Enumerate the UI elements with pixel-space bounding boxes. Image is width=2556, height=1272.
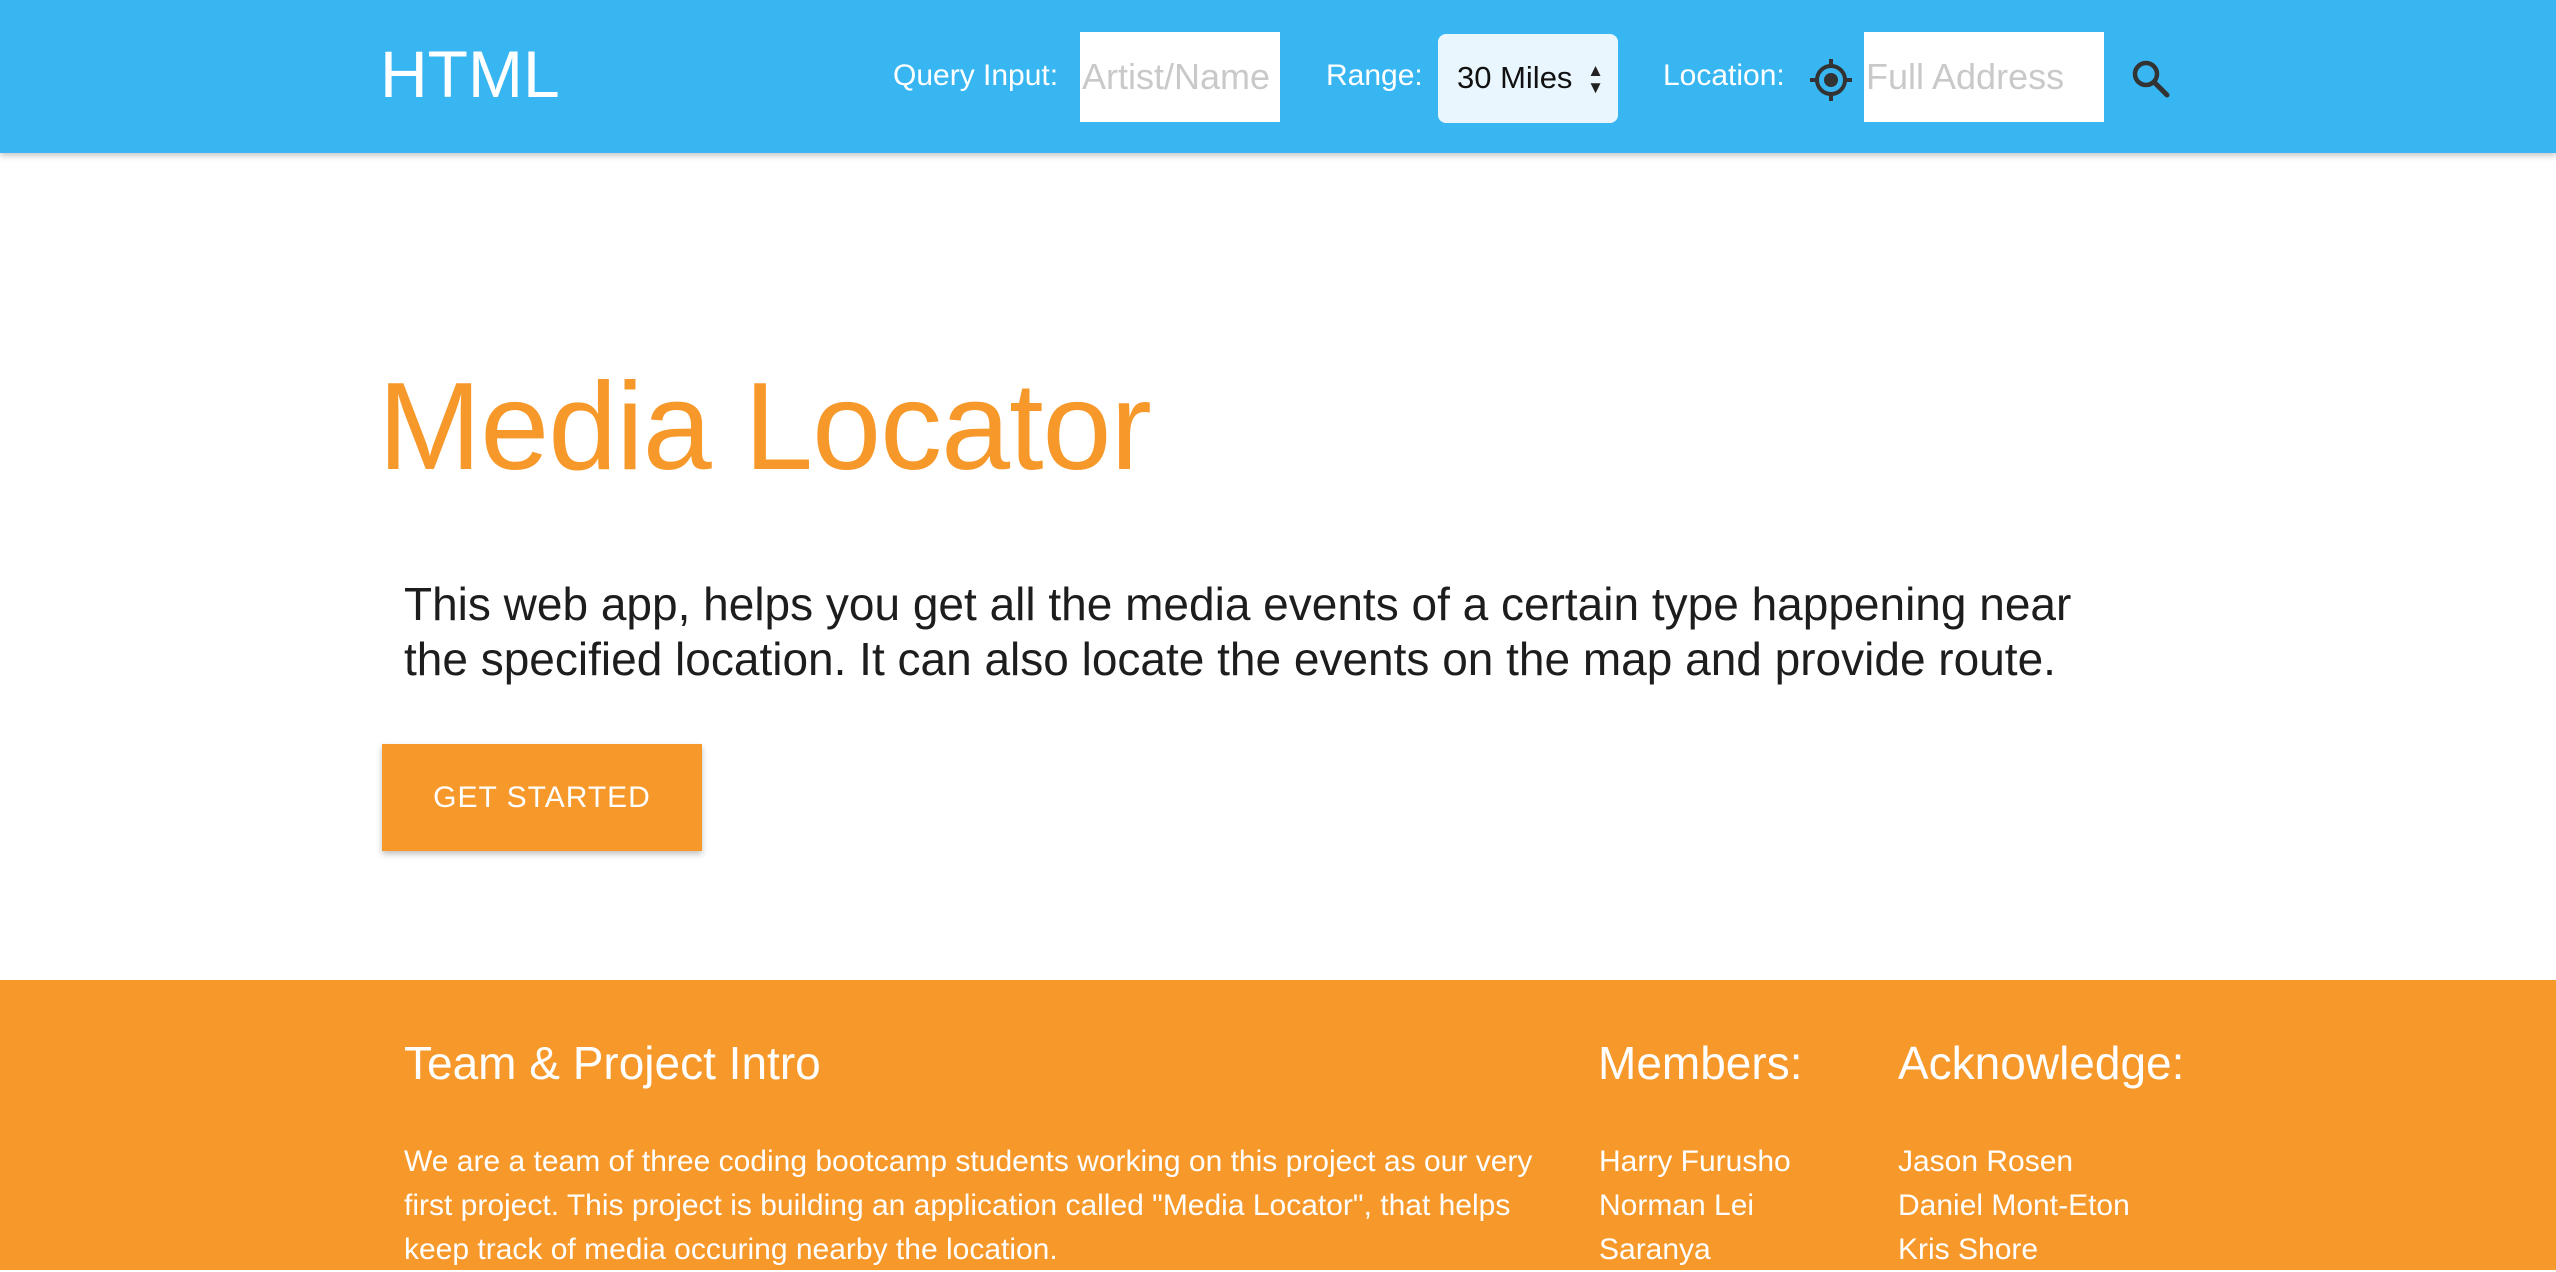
list-item: Kris Shore <box>1898 1233 2039 1266</box>
location-label: Location: <box>1663 59 1785 92</box>
range-label: Range: <box>1326 59 1423 92</box>
hero-title: Media Locator <box>378 358 1152 496</box>
list-item: Norman Lei <box>1599 1189 1755 1222</box>
list-item: Jason Rosen <box>1898 1145 2074 1178</box>
range-select[interactable]: 30 Miles ▲ ▼ <box>1438 34 1618 123</box>
members-list: Harry Furusho Norman Lei Saranya <box>1599 1140 1791 1272</box>
get-started-button[interactable]: GET STARTED <box>382 744 702 851</box>
intro-text: We are a team of three coding bootcamp s… <box>404 1145 1533 1266</box>
page-footer: Team & Project Intro We are a team of th… <box>0 980 2556 1270</box>
intro-heading: Team & Project Intro <box>404 1037 821 1089</box>
list-item: Saranya <box>1599 1233 1711 1266</box>
magnifier-search-icon[interactable] <box>2131 59 2171 99</box>
query-input-label: Query Input: <box>893 59 1059 92</box>
range-select-value: 30 Miles <box>1457 60 1573 95</box>
crosshair-target-icon[interactable] <box>1809 58 1853 102</box>
list-item: Harry Furusho <box>1599 1145 1791 1178</box>
hero-description: This web app, helps you get all the medi… <box>404 578 2072 685</box>
select-arrows-icon: ▲ ▼ <box>1587 61 1604 97</box>
acknowledge-list: Jason Rosen Daniel Mont-Eton Kris Shore <box>1898 1140 2130 1272</box>
query-input[interactable] <box>1080 32 1280 122</box>
acknowledge-heading: Acknowledge: <box>1898 1037 2185 1089</box>
list-item: Daniel Mont-Eton <box>1898 1189 2130 1222</box>
members-heading: Members: <box>1598 1037 1803 1089</box>
brand-logo-text[interactable]: HTML <box>380 34 560 114</box>
top-navbar: HTML Query Input: Range: 30 Miles ▲▼ Loc… <box>0 0 2556 153</box>
location-input[interactable] <box>1864 32 2104 122</box>
